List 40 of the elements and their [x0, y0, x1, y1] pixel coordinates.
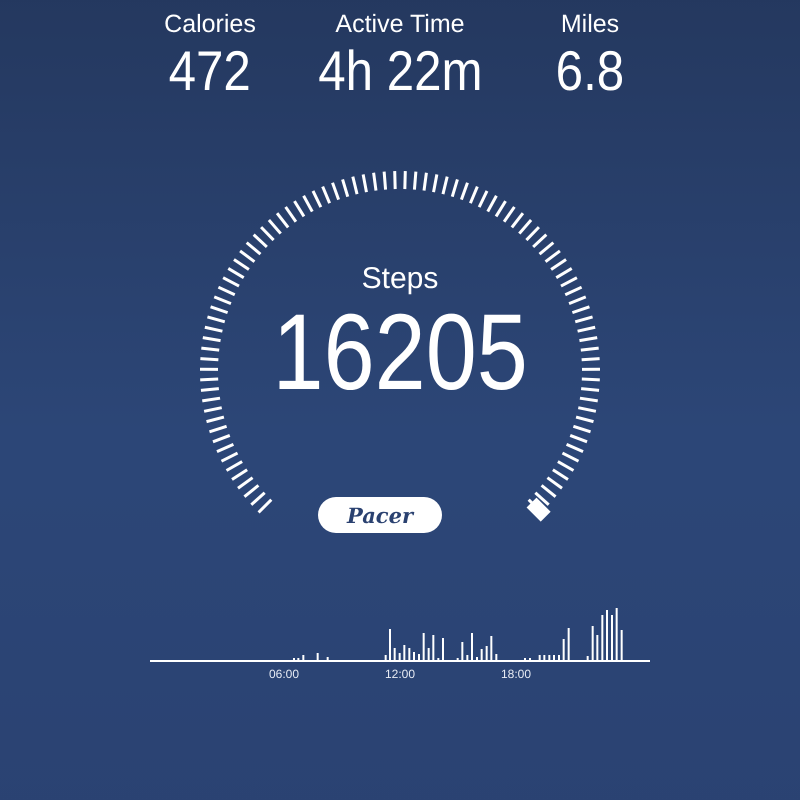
stat-label: Calories: [164, 9, 256, 39]
activity-bar: [592, 626, 594, 660]
activity-bar: [428, 648, 430, 660]
logo-badge: Pacer: [318, 497, 442, 533]
activity-bar: [601, 615, 604, 660]
activity-bar: [316, 653, 319, 660]
stat-label: Active Time: [335, 9, 465, 39]
activity-bar: [538, 655, 541, 660]
activity-bar: [394, 648, 396, 660]
stat-value: 472: [168, 39, 252, 103]
activity-bar: [568, 628, 570, 660]
activity-bar: [486, 646, 488, 660]
activity-bar: [398, 653, 401, 660]
activity-bar: [403, 645, 406, 660]
activity-bar: [586, 656, 589, 660]
activity-bar: [596, 635, 598, 660]
activity-bar: [432, 635, 434, 660]
time-label: 18:00: [500, 667, 532, 681]
stat-value: 6.8: [556, 39, 624, 103]
time-label: 06:00: [268, 667, 300, 681]
activity-bar: [384, 655, 387, 660]
activity-bar: [616, 608, 618, 660]
activity-bar: [495, 654, 498, 660]
activity-bar: [466, 655, 468, 660]
stat-value: 4h 22m: [318, 39, 482, 103]
time-label: 12:00: [384, 667, 416, 681]
activity-bar: [548, 655, 550, 660]
activity-bar: [480, 649, 483, 660]
steps-value: 16205: [272, 297, 528, 407]
activity-bar: [562, 639, 565, 660]
steps-label: Steps: [362, 261, 438, 297]
activity-bar: [461, 642, 464, 660]
activity-bar: [543, 655, 546, 660]
activity-bar: [620, 630, 623, 660]
activity-bar: [326, 657, 329, 660]
stat-label: Miles: [560, 9, 620, 39]
activity-bar: [408, 648, 410, 660]
activity-bar: [302, 655, 304, 660]
activity-bar: [422, 633, 425, 660]
activity-bar: [490, 636, 492, 660]
